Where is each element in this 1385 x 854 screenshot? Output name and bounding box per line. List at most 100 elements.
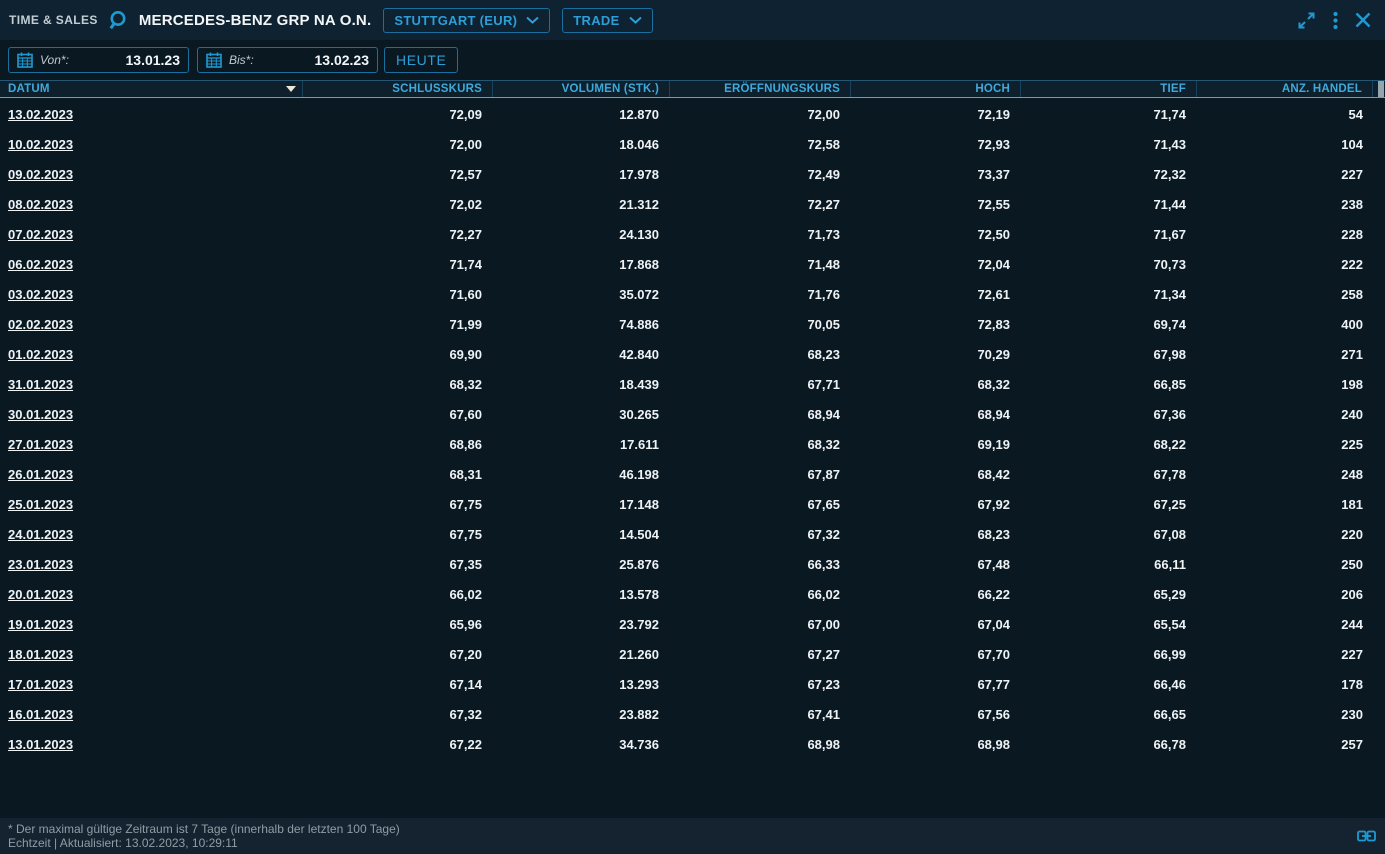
date-link[interactable]: 26.01.2023 <box>8 467 73 482</box>
anz-handel-cell: 240 <box>1196 407 1373 422</box>
table-row: 18.01.2023 67,20 21.260 67,27 67,70 66,9… <box>0 639 1385 669</box>
date-link[interactable]: 07.02.2023 <box>8 227 73 242</box>
schlusskurs-cell: 69,90 <box>302 347 492 362</box>
schlusskurs-cell: 67,60 <box>302 407 492 422</box>
anz-handel-cell: 181 <box>1196 497 1373 512</box>
table-row: 13.01.2023 67,22 34.736 68,98 68,98 66,7… <box>0 729 1385 759</box>
eroeffnungskurs-cell: 67,65 <box>669 497 850 512</box>
search-icon[interactable] <box>108 9 131 32</box>
table-body: 13.02.2023 72,09 12.870 72,00 72,19 71,7… <box>0 99 1385 759</box>
column-header-anz-handel[interactable]: ANZ. HANDEL <box>1196 81 1373 97</box>
tief-cell: 71,34 <box>1020 287 1196 302</box>
date-link[interactable]: 13.01.2023 <box>8 737 73 752</box>
date-link[interactable]: 01.02.2023 <box>8 347 73 362</box>
tief-cell: 70,73 <box>1020 257 1196 272</box>
anz-handel-cell: 257 <box>1196 737 1373 752</box>
date-link[interactable]: 06.02.2023 <box>8 257 73 272</box>
anz-handel-cell: 250 <box>1196 557 1373 572</box>
column-header-schlusskurs[interactable]: SCHLUSSKURS <box>302 81 492 97</box>
date-link[interactable]: 03.02.2023 <box>8 287 73 302</box>
date-link[interactable]: 08.02.2023 <box>8 197 73 212</box>
anz-handel-cell: 227 <box>1196 167 1373 182</box>
volumen-cell: 46.198 <box>492 467 669 482</box>
anz-handel-cell: 206 <box>1196 587 1373 602</box>
column-header-volumen[interactable]: VOLUMEN (STK.) <box>492 81 669 97</box>
schlusskurs-cell: 67,14 <box>302 677 492 692</box>
volumen-cell: 21.260 <box>492 647 669 662</box>
date-link[interactable]: 30.01.2023 <box>8 407 73 422</box>
date-link[interactable]: 10.02.2023 <box>8 137 73 152</box>
von-label: Von*: <box>40 53 69 67</box>
datum-cell: 31.01.2023 <box>0 377 302 392</box>
calendar-icon[interactable] <box>206 52 222 68</box>
hoch-cell: 68,23 <box>850 527 1020 542</box>
datum-cell: 01.02.2023 <box>0 347 302 362</box>
anz-handel-cell: 228 <box>1196 227 1373 242</box>
hoch-cell: 72,83 <box>850 317 1020 332</box>
datum-cell: 03.02.2023 <box>0 287 302 302</box>
column-header-tief[interactable]: TIEF <box>1020 81 1196 97</box>
datum-cell: 13.02.2023 <box>0 107 302 122</box>
volumen-cell: 18.439 <box>492 377 669 392</box>
eroeffnungskurs-cell: 71,48 <box>669 257 850 272</box>
tief-cell: 66,99 <box>1020 647 1196 662</box>
bis-value[interactable]: 13.02.23 <box>315 52 370 68</box>
datum-cell: 10.02.2023 <box>0 137 302 152</box>
hoch-cell: 70,29 <box>850 347 1020 362</box>
table-row: 02.02.2023 71,99 74.886 70,05 72,83 69,7… <box>0 309 1385 339</box>
volumen-cell: 21.312 <box>492 197 669 212</box>
table-row: 10.02.2023 72,00 18.046 72,58 72,93 71,4… <box>0 129 1385 159</box>
date-link[interactable]: 17.01.2023 <box>8 677 73 692</box>
tief-cell: 66,46 <box>1020 677 1196 692</box>
anz-handel-cell: 54 <box>1196 107 1373 122</box>
kebab-menu-icon[interactable] <box>1333 11 1338 30</box>
trade-dropdown[interactable]: TRADE <box>562 8 652 33</box>
date-link[interactable]: 27.01.2023 <box>8 437 73 452</box>
footer-bar: * Der maximal gültige Zeitraum ist 7 Tag… <box>0 818 1385 854</box>
von-value[interactable]: 13.01.23 <box>126 52 181 68</box>
date-link[interactable]: 13.02.2023 <box>8 107 73 122</box>
date-link[interactable]: 16.01.2023 <box>8 707 73 722</box>
hoch-cell: 72,19 <box>850 107 1020 122</box>
schlusskurs-cell: 66,02 <box>302 587 492 602</box>
expand-icon[interactable] <box>1297 11 1316 30</box>
bis-date-field[interactable]: Bis*: 13.02.23 <box>197 47 378 73</box>
date-link[interactable]: 24.01.2023 <box>8 527 73 542</box>
date-link[interactable]: 02.02.2023 <box>8 317 73 332</box>
close-icon[interactable] <box>1355 12 1371 28</box>
volumen-cell: 14.504 <box>492 527 669 542</box>
von-date-field[interactable]: Von*: 13.01.23 <box>8 47 189 73</box>
date-link[interactable]: 18.01.2023 <box>8 647 73 662</box>
datum-cell: 26.01.2023 <box>0 467 302 482</box>
table-row: 08.02.2023 72,02 21.312 72,27 72,55 71,4… <box>0 189 1385 219</box>
date-link[interactable]: 31.01.2023 <box>8 377 73 392</box>
eroeffnungskurs-cell: 68,94 <box>669 407 850 422</box>
datum-cell: 19.01.2023 <box>0 617 302 632</box>
sort-desc-icon <box>286 86 296 92</box>
schlusskurs-cell: 72,57 <box>302 167 492 182</box>
date-link[interactable]: 23.01.2023 <box>8 557 73 572</box>
calendar-icon[interactable] <box>17 52 33 68</box>
datum-cell: 27.01.2023 <box>0 437 302 452</box>
date-link[interactable]: 19.01.2023 <box>8 617 73 632</box>
date-link[interactable]: 20.01.2023 <box>8 587 73 602</box>
tief-cell: 68,22 <box>1020 437 1196 452</box>
anz-handel-cell: 198 <box>1196 377 1373 392</box>
column-header-eroeffnungskurs[interactable]: ERÖFFNUNGSKURS <box>669 81 850 97</box>
scrollbar-thumb[interactable] <box>1378 81 1384 97</box>
heute-button[interactable]: HEUTE <box>384 47 458 73</box>
volumen-cell: 35.072 <box>492 287 669 302</box>
date-link[interactable]: 09.02.2023 <box>8 167 73 182</box>
column-header-hoch[interactable]: HOCH <box>850 81 1020 97</box>
table-row: 07.02.2023 72,27 24.130 71,73 72,50 71,6… <box>0 219 1385 249</box>
date-link[interactable]: 25.01.2023 <box>8 497 73 512</box>
tief-cell: 65,29 <box>1020 587 1196 602</box>
hoch-cell: 72,93 <box>850 137 1020 152</box>
bis-label: Bis*: <box>229 53 254 67</box>
column-header-datum[interactable]: DATUM <box>0 81 302 97</box>
table-row: 24.01.2023 67,75 14.504 67,32 68,23 67,0… <box>0 519 1385 549</box>
volumen-cell: 34.736 <box>492 737 669 752</box>
exchange-dropdown[interactable]: STUTTGART (EUR) <box>383 8 550 33</box>
link-icon[interactable] <box>1357 830 1376 842</box>
footer-status: Echtzeit | Aktualisiert: 13.02.2023, 10:… <box>8 836 1385 850</box>
